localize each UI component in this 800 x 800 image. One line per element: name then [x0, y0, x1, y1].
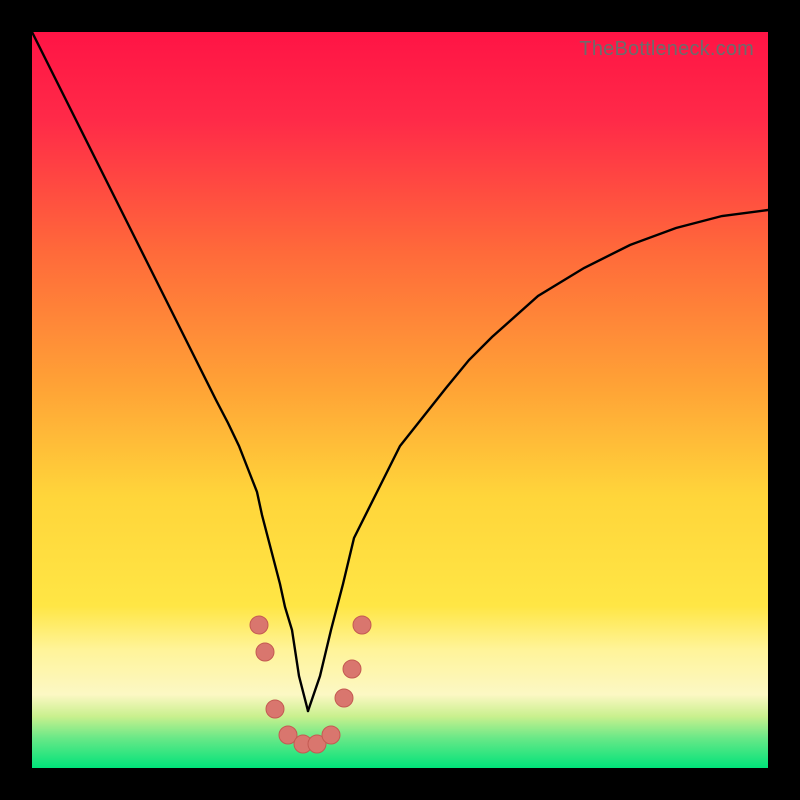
- marker-dot: [343, 660, 361, 678]
- watermark-text: TheBottleneck.com: [579, 38, 754, 61]
- chart-frame: TheBottleneck.com: [0, 0, 800, 800]
- marker-dot: [335, 689, 353, 707]
- plot-area: TheBottleneck.com: [32, 32, 768, 768]
- marker-dot: [322, 726, 340, 744]
- marker-dot: [250, 616, 268, 634]
- bottleneck-curve: [32, 32, 768, 768]
- curve-left-branch: [32, 32, 308, 711]
- marker-dot: [256, 643, 274, 661]
- curve-right-branch: [308, 210, 768, 711]
- marker-dot: [266, 700, 284, 718]
- marker-dot: [353, 616, 371, 634]
- valley-markers: [250, 616, 371, 753]
